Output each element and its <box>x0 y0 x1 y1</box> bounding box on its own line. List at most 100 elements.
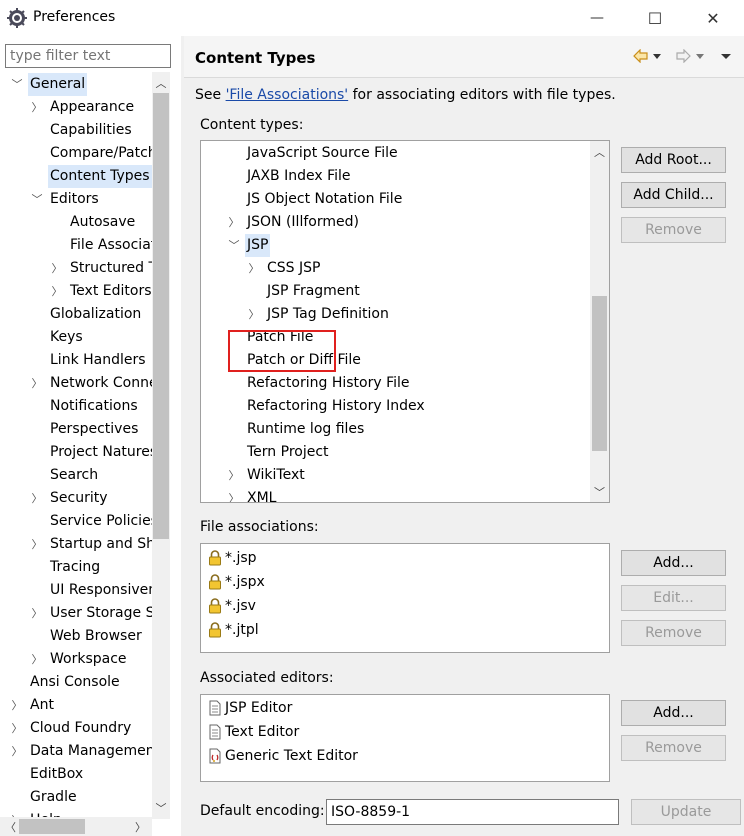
forward-button[interactable] <box>676 47 706 65</box>
file-association-item[interactable]: *.jsv <box>207 594 256 618</box>
tree-item[interactable]: Service Policies <box>0 510 152 533</box>
filter-input[interactable] <box>5 44 171 68</box>
tree-item[interactable]: UI Responsiveness <box>0 579 152 602</box>
tree-item[interactable]: Notifications <box>0 395 152 418</box>
content-type-item[interactable]: JAXB Index File <box>201 165 591 188</box>
tree-item[interactable]: 〉 Appearance <box>0 96 152 119</box>
chevron-right-icon[interactable]: 〉 <box>30 602 44 625</box>
tree-item[interactable]: 〉 Help <box>0 809 152 817</box>
tree-item[interactable]: Gradle <box>0 786 152 809</box>
file-association-item[interactable]: *.jtpl <box>207 618 259 642</box>
chevron-right-icon[interactable]: 〉 <box>10 717 24 740</box>
chevron-right-icon[interactable]: 〉 <box>30 96 44 119</box>
content-type-item[interactable]: JavaScript Source File <box>201 142 591 165</box>
associated-editor-item[interactable]: Generic Text Editor <box>207 744 358 768</box>
chevron-down-icon[interactable]: ﹀ <box>30 188 44 211</box>
preference-tree-horizontal-scrollbar[interactable]: 〈 〉 <box>0 817 152 836</box>
content-type-item[interactable]: 〉 WikiText <box>201 464 591 487</box>
tree-item[interactable]: Ansi Console <box>0 671 152 694</box>
chevron-right-icon[interactable]: 〉 <box>227 211 241 234</box>
scroll-left-icon[interactable]: 〈 <box>2 817 19 836</box>
chevron-right-icon[interactable]: 〉 <box>227 487 241 502</box>
chevron-right-icon[interactable]: 〉 <box>30 372 44 395</box>
file-associations-list[interactable]: *.jsp *.jspx *.jsv *.jtpl <box>200 543 610 653</box>
tree-item[interactable]: Keys <box>0 326 152 349</box>
tree-item[interactable]: 〉 Cloud Foundry <box>0 717 152 740</box>
tree-item[interactable]: 〉 Network Connections <box>0 372 153 395</box>
remove-file-association-button[interactable]: Remove <box>621 620 726 646</box>
add-child-button[interactable]: Add Child... <box>621 182 726 208</box>
add-editor-button[interactable]: Add... <box>621 700 726 726</box>
tree-item[interactable]: Autosave <box>0 211 152 234</box>
content-types-scrollbar[interactable]: ︿ ﹀ <box>590 141 609 502</box>
preference-tree[interactable]: ﹀ General 〉 Appearance Capabilities Compare/P… <box>0 72 152 817</box>
content-type-item[interactable]: JS Object Notation File <box>201 188 591 211</box>
content-type-item[interactable]: JSP Fragment <box>201 280 591 303</box>
tree-item[interactable]: 〉 Startup and Shutdown <box>0 533 153 556</box>
maximize-button[interactable]: ☐ <box>626 0 684 36</box>
chevron-right-icon[interactable]: 〉 <box>30 648 44 671</box>
chevron-right-icon[interactable]: 〉 <box>10 740 24 763</box>
add-root-button[interactable]: Add Root... <box>621 147 726 173</box>
content-type-item[interactable]: 〉 XML <box>201 487 591 502</box>
content-type-item[interactable]: Tern Project <box>201 441 591 464</box>
file-association-item[interactable]: *.jspx <box>207 570 265 594</box>
scroll-thumb[interactable] <box>19 819 85 834</box>
chevron-down-icon[interactable]: ﹀ <box>227 234 241 257</box>
scroll-thumb[interactable] <box>592 296 607 451</box>
tree-item[interactable]: File Associations <box>0 234 152 257</box>
tree-item[interactable]: Web Browser <box>0 625 152 648</box>
default-encoding-input[interactable]: ISO-8859-1 <box>326 799 619 825</box>
scroll-down-icon[interactable]: ﹀ <box>590 483 609 500</box>
tree-item[interactable]: Perspectives <box>0 418 152 441</box>
tree-item[interactable]: ﹀ Editors <box>0 188 152 211</box>
associated-editor-item[interactable]: JSP Editor <box>207 696 292 720</box>
tree-item[interactable]: Tracing <box>0 556 152 579</box>
content-type-item[interactable]: ﹀ JSP <box>201 234 591 257</box>
tree-item[interactable]: 〉 Security <box>0 487 152 510</box>
chevron-right-icon[interactable]: 〉 <box>50 257 64 280</box>
close-button[interactable]: ✕ <box>684 0 742 36</box>
add-file-association-button[interactable]: Add... <box>621 550 726 576</box>
tree-item[interactable]: Content Types <box>0 165 152 188</box>
preference-tree-vertical-scrollbar[interactable]: ︿ ﹀ <box>152 72 170 819</box>
scroll-down-icon[interactable]: ﹀ <box>152 799 170 816</box>
file-associations-link[interactable]: 'File Associations' <box>226 87 349 103</box>
tree-item[interactable]: Link Handlers <box>0 349 152 372</box>
tree-item[interactable]: ﹀ General <box>0 73 152 96</box>
content-type-item[interactable]: 〉 JSON (Illformed) <box>201 211 591 234</box>
remove-editor-button[interactable]: Remove <box>621 735 726 761</box>
scroll-up-icon[interactable]: ︿ <box>152 74 170 91</box>
chevron-right-icon[interactable]: 〉 <box>50 280 64 303</box>
tree-item[interactable]: 〉 User Storage Service <box>0 602 153 625</box>
tree-item[interactable]: EditBox <box>0 763 152 786</box>
update-button[interactable]: Update <box>631 799 741 825</box>
tree-item[interactable]: Search <box>0 464 152 487</box>
tree-item[interactable]: 〉 Structured Text Editors <box>0 257 153 280</box>
back-button[interactable] <box>633 47 663 65</box>
chevron-right-icon[interactable]: 〉 <box>227 464 241 487</box>
content-type-item[interactable]: Refactoring History Index <box>201 395 591 418</box>
tree-item[interactable]: Capabilities <box>0 119 152 142</box>
content-types-tree[interactable]: JavaScript Source File JAXB Index File JS … <box>200 140 610 503</box>
tree-item[interactable]: 〉 Workspace <box>0 648 152 671</box>
content-type-item[interactable]: Runtime log files <box>201 418 591 441</box>
tree-item[interactable]: Globalization <box>0 303 152 326</box>
chevron-down-icon[interactable]: ﹀ <box>10 73 24 96</box>
content-type-item[interactable]: 〉 CSS JSP <box>201 257 591 280</box>
remove-content-type-button[interactable]: Remove <box>621 217 726 243</box>
scroll-right-icon[interactable]: 〉 <box>132 817 149 836</box>
tree-item[interactable]: 〉 Data Management <box>0 740 153 763</box>
chevron-right-icon[interactable]: 〉 <box>10 809 24 817</box>
scroll-thumb[interactable] <box>153 93 169 539</box>
tree-item[interactable]: 〉 Ant <box>0 694 152 717</box>
chevron-right-icon[interactable]: 〉 <box>30 533 44 556</box>
associated-editors-list[interactable]: JSP Editor Text Editor Generic Text Editor <box>200 694 610 782</box>
tree-item[interactable]: Project Natures <box>0 441 152 464</box>
view-menu-button[interactable] <box>720 47 732 65</box>
associated-editor-item[interactable]: Text Editor <box>207 720 299 744</box>
chevron-right-icon[interactable]: 〉 <box>10 694 24 717</box>
content-type-item[interactable]: 〉 JSP Tag Definition <box>201 303 591 326</box>
chevron-right-icon[interactable]: 〉 <box>30 487 44 510</box>
tree-item[interactable]: 〉 Text Editors <box>0 280 152 303</box>
